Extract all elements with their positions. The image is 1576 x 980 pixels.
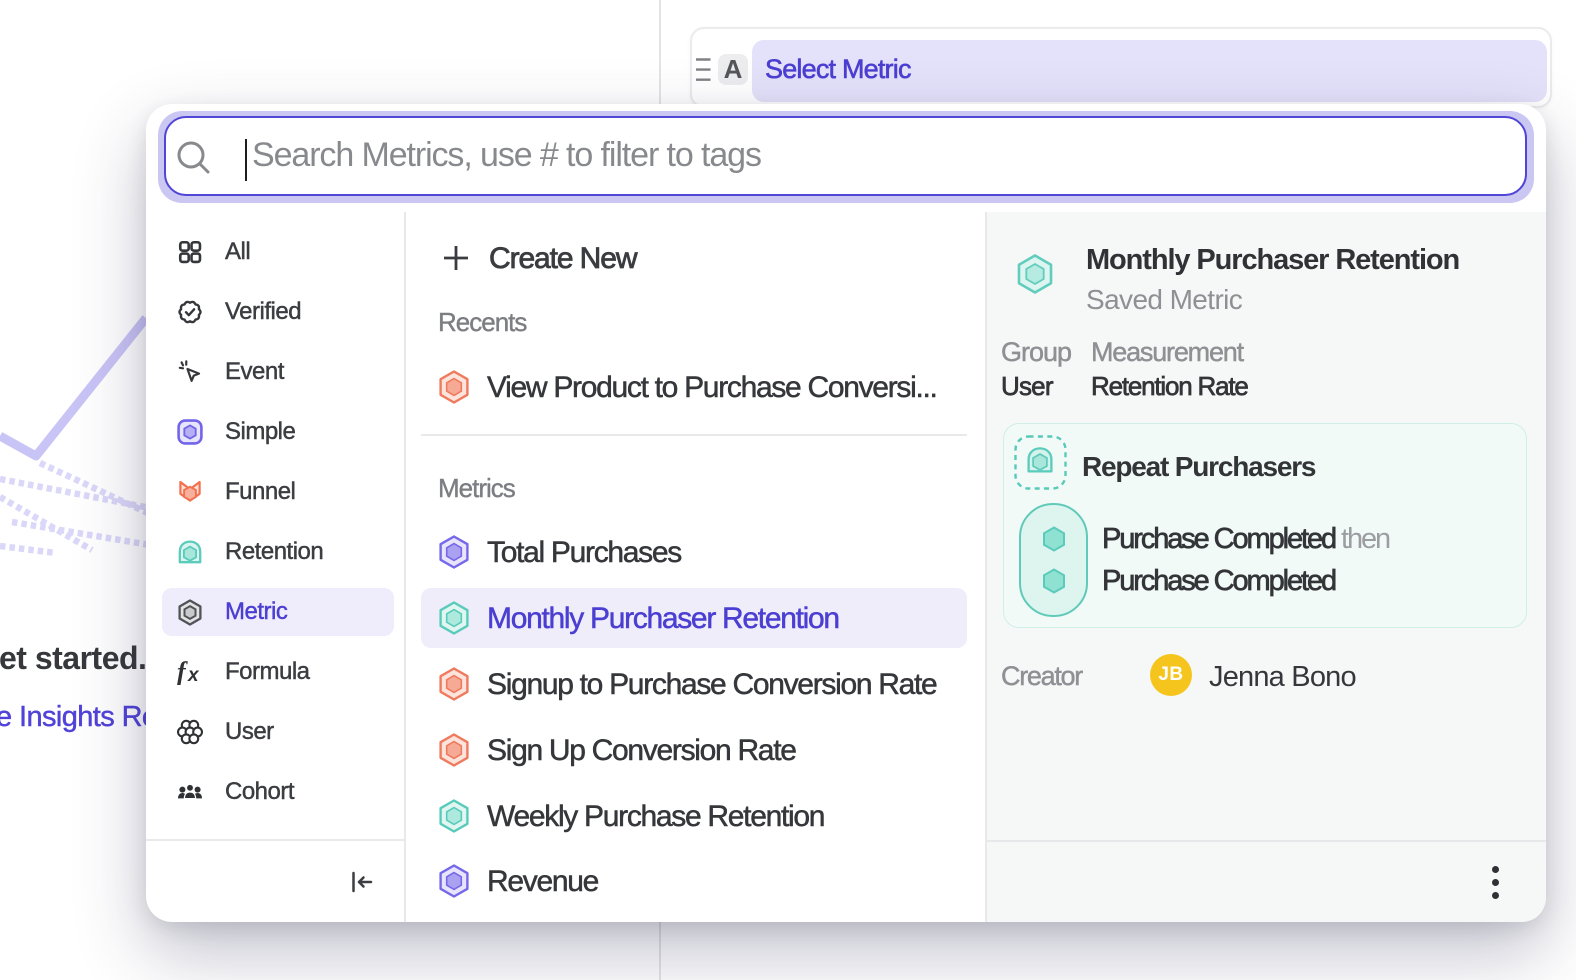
svg-text:f: f xyxy=(177,659,188,685)
svg-text:x: x xyxy=(187,665,200,685)
